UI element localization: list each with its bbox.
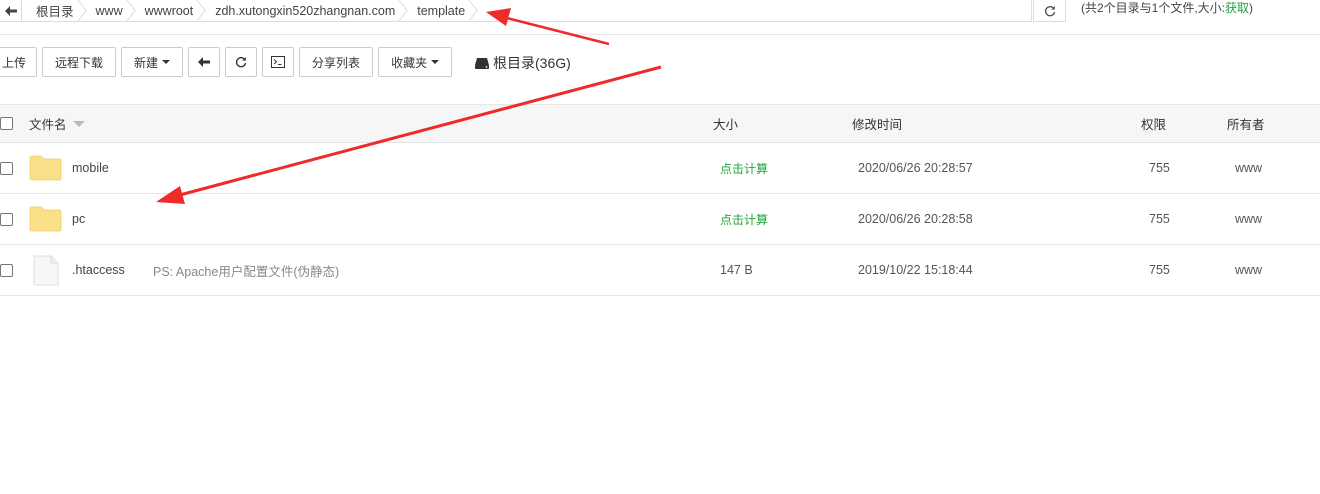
file-size: 147 B — [720, 263, 753, 277]
hard-drive-icon — [475, 58, 489, 69]
modified-time: 2020/06/26 20:28:58 — [858, 212, 973, 226]
path-bar: 根目录 www wwwroot zdh.xutongxin520zhangnan… — [0, 0, 1320, 35]
dir-summary: (共2个目录与1个文件,大小:获取) — [1081, 0, 1253, 16]
favorites-label: 收藏夹 — [391, 55, 428, 70]
share-list-button[interactable]: 分享列表 — [299, 47, 374, 77]
calc-size-link[interactable]: 点击计算 — [720, 143, 768, 193]
owner: www — [1235, 263, 1263, 277]
modified-time: 2019/10/22 15:18:44 — [858, 263, 973, 277]
breadcrumb-label: www — [95, 3, 123, 18]
folder-icon — [29, 155, 62, 181]
sort-down-icon — [72, 120, 85, 127]
file-name[interactable]: .htaccess — [72, 245, 125, 295]
chevron-down-icon — [162, 60, 171, 64]
file-name[interactable]: mobile — [72, 143, 109, 193]
row-checkbox[interactable] — [0, 161, 13, 175]
chevron-down-icon — [431, 60, 440, 64]
breadcrumb-item-site[interactable]: zdh.xutongxin520zhangnan.com — [201, 0, 408, 21]
favorites-button[interactable]: 收藏夹 — [378, 47, 453, 77]
table-header: 文件名 大小 修改时间 权限 所有者 — [0, 104, 1320, 143]
table-row[interactable]: mobile 点击计算 2020/06/26 20:28:57 755 www — [0, 143, 1320, 194]
col-name-header[interactable]: 文件名 — [29, 105, 85, 142]
folder-icon — [29, 206, 62, 232]
breadcrumb-label: 根目录 — [36, 5, 74, 19]
col-modified-header[interactable]: 修改时间 — [852, 105, 902, 142]
back-button[interactable] — [188, 47, 221, 77]
permission[interactable]: 755 — [1149, 245, 1170, 295]
toolbar: 上传 远程下载 新建 分享列表 收藏夹 — [0, 47, 457, 77]
breadcrumb-separator-icon — [468, 0, 478, 21]
file-note: PS: Apache用户配置文件(伪静态) — [153, 264, 340, 279]
owner: www — [1235, 161, 1263, 175]
disk-label: 根目录(36G) — [493, 55, 571, 71]
file-name[interactable]: pc — [72, 194, 85, 244]
refresh-icon — [235, 57, 247, 68]
refresh-icon — [1044, 5, 1055, 16]
col-owner-header[interactable]: 所有者 — [1227, 105, 1265, 142]
new-button[interactable]: 新建 — [121, 47, 184, 77]
back-arrow-icon[interactable] — [0, 0, 22, 21]
remote-download-button[interactable]: 远程下载 — [42, 47, 117, 77]
calc-size-link[interactable]: 点击计算 — [720, 194, 768, 244]
breadcrumb-item-template[interactable]: template — [403, 0, 478, 21]
owner: www — [1235, 212, 1263, 226]
disk-selector[interactable]: 根目录(36G) — [475, 53, 571, 73]
upload-button[interactable]: 上传 — [0, 47, 38, 77]
terminal-icon — [271, 56, 286, 68]
row-checkbox[interactable] — [0, 263, 13, 277]
row-checkbox[interactable] — [0, 212, 13, 226]
breadcrumb-item-www[interactable]: www — [82, 0, 136, 21]
permission[interactable]: 755 — [1149, 143, 1170, 193]
get-size-link[interactable]: 获取 — [1225, 1, 1249, 15]
breadcrumb-item-root[interactable]: 根目录 — [22, 0, 87, 21]
summary-text: (共2个目录与1个文件,大小: — [1081, 1, 1226, 15]
new-button-label: 新建 — [134, 55, 159, 70]
breadcrumb-label: wwwroot — [144, 3, 194, 18]
path-refresh-button[interactable] — [1033, 0, 1066, 22]
col-name-label: 文件名 — [29, 118, 67, 132]
col-perm-header[interactable]: 权限 — [1141, 105, 1166, 142]
file-table: 文件名 大小 修改时间 权限 所有者 mobile 点击计算 2020/06/2… — [0, 104, 1320, 296]
select-all-checkbox[interactable] — [0, 117, 13, 130]
modified-time: 2020/06/26 20:28:57 — [858, 161, 973, 175]
col-size-header[interactable]: 大小 — [713, 105, 738, 142]
permission[interactable]: 755 — [1149, 194, 1170, 244]
file-icon — [33, 255, 59, 285]
back-arrow-icon — [198, 57, 211, 67]
summary-close: ) — [1249, 1, 1254, 15]
terminal-button[interactable] — [262, 47, 295, 77]
table-row[interactable]: .htaccess PS: Apache用户配置文件(伪静态) 147 B 20… — [0, 245, 1320, 296]
breadcrumb-item-wwwroot[interactable]: wwwroot — [131, 0, 206, 21]
refresh-button[interactable] — [225, 47, 258, 77]
breadcrumb-label: zdh.xutongxin520zhangnan.com — [215, 3, 396, 18]
breadcrumb-label: template — [417, 3, 466, 18]
table-row[interactable]: pc 点击计算 2020/06/26 20:28:58 755 www — [0, 194, 1320, 245]
breadcrumb: 根目录 www wwwroot zdh.xutongxin520zhangnan… — [0, 0, 1032, 22]
